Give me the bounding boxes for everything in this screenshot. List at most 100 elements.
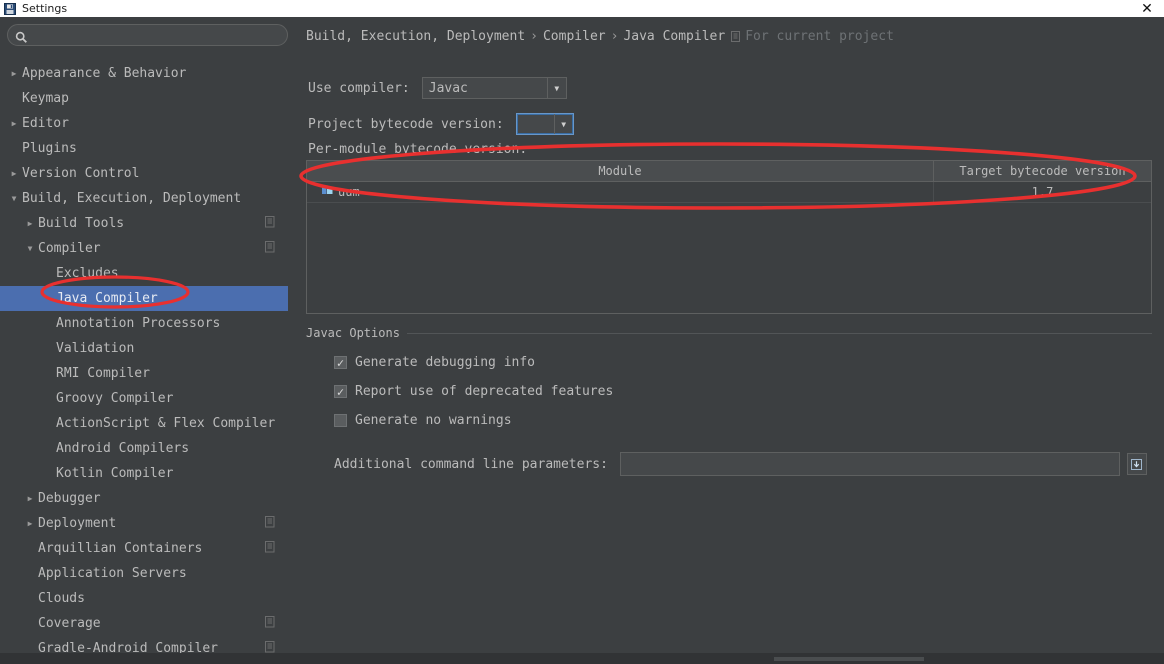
settings-detail-panel: Build, Execution, Deployment › Compiler …	[298, 17, 1164, 653]
sidebar-item-label: Validation	[56, 341, 134, 356]
sidebar-item-application-servers[interactable]: Application Servers	[0, 561, 289, 586]
chevron-down-icon[interactable]: ▼	[22, 245, 38, 253]
sidebar-item-groovy-compiler[interactable]: Groovy Compiler	[0, 386, 289, 411]
sidebar-item-arquillian-containers[interactable]: Arquillian Containers	[0, 536, 289, 561]
additional-cli-params-input[interactable]	[620, 452, 1120, 476]
sidebar-item-label: Annotation Processors	[56, 316, 220, 331]
settings-sidebar: ▶Appearance & BehaviorKeymap▶EditorPlugi…	[0, 17, 297, 653]
chevron-down-icon[interactable]: ▼	[554, 114, 573, 134]
chevron-down-icon[interactable]: ▼	[6, 195, 22, 203]
sidebar-item-label: Coverage	[38, 616, 101, 631]
additional-cli-params-row: Additional command line parameters:	[334, 452, 1147, 476]
cell-module[interactable]: uum	[307, 182, 934, 202]
sidebar-item-validation[interactable]: Validation	[0, 336, 289, 361]
breadcrumb: Build, Execution, Deployment › Compiler …	[306, 29, 894, 44]
search-box[interactable]	[7, 24, 288, 46]
chevron-down-icon[interactable]: ▼	[547, 78, 566, 98]
copy-settings-icon[interactable]	[265, 216, 277, 229]
sidebar-item-appearance-behavior[interactable]: ▶Appearance & Behavior	[0, 61, 289, 86]
column-header-module[interactable]: Module	[307, 161, 934, 181]
breadcrumb-separator-2: ›	[611, 29, 619, 44]
check-mark-icon: ✓	[334, 356, 347, 369]
chevron-right-icon[interactable]: ▶	[6, 170, 22, 178]
sidebar-item-coverage[interactable]: Coverage	[0, 611, 289, 636]
sidebar-item-label: Editor	[22, 116, 69, 131]
chevron-right-icon[interactable]: ▶	[22, 520, 38, 528]
search-icon	[15, 29, 28, 42]
per-module-bytecode-label: Per-module bytecode version:	[308, 142, 527, 157]
search-input[interactable]	[32, 28, 277, 42]
sidebar-item-kotlin-compiler[interactable]: Kotlin Compiler	[0, 461, 289, 486]
sidebar-item-label: Arquillian Containers	[38, 541, 202, 556]
cell-module-label: uum	[338, 185, 360, 199]
bottom-bar	[0, 653, 1164, 664]
sidebar-item-label: Build Tools	[38, 216, 124, 231]
per-module-bytecode-table[interactable]: Module Target bytecode version uum 1.7	[306, 160, 1152, 314]
chevron-right-icon[interactable]: ▶	[6, 70, 22, 78]
window-title: Settings	[22, 2, 67, 15]
breadcrumb-part-1[interactable]: Build, Execution, Deployment	[306, 29, 525, 44]
column-header-target-bytecode-version[interactable]: Target bytecode version	[934, 161, 1151, 181]
sidebar-item-clouds[interactable]: Clouds	[0, 586, 289, 611]
sidebar-item-label: Deployment	[38, 516, 116, 531]
sidebar-item-plugins[interactable]: Plugins	[0, 136, 289, 161]
settings-tree[interactable]: ▶Appearance & BehaviorKeymap▶EditorPlugi…	[0, 61, 289, 661]
sidebar-item-label: Kotlin Compiler	[56, 466, 173, 481]
copy-settings-icon[interactable]	[265, 541, 277, 554]
module-icon	[322, 185, 333, 199]
checkbox-generate-debugging-info[interactable]: ✓ Generate debugging info	[334, 355, 535, 370]
sidebar-item-build-execution-deployment[interactable]: ▼Build, Execution, Deployment	[0, 186, 289, 211]
sidebar-scrollbar-track[interactable]	[288, 17, 297, 653]
sidebar-item-label: Groovy Compiler	[56, 391, 173, 406]
close-icon[interactable]: ✕	[1136, 0, 1158, 17]
additional-cli-params-label: Additional command line parameters:	[334, 457, 608, 472]
sidebar-item-label: Java Compiler	[56, 291, 158, 306]
sidebar-item-rmi-compiler[interactable]: RMI Compiler	[0, 361, 289, 386]
sidebar-item-label: RMI Compiler	[56, 366, 150, 381]
chevron-right-icon[interactable]: ▶	[6, 120, 22, 128]
sidebar-item-build-tools[interactable]: ▶Build Tools	[0, 211, 289, 236]
check-mark-icon: ✓	[334, 414, 347, 427]
copy-settings-icon[interactable]	[265, 516, 277, 529]
checkbox-label: Generate debugging info	[355, 355, 535, 370]
table-header-row: Module Target bytecode version	[307, 161, 1151, 182]
sidebar-item-label: Excludes	[56, 266, 119, 281]
cell-target-bytecode-version[interactable]: 1.7	[934, 182, 1151, 202]
group-divider	[402, 333, 1152, 334]
sidebar-item-compiler[interactable]: ▼Compiler	[0, 236, 289, 261]
checkbox-label: Generate no warnings	[355, 413, 512, 428]
copy-settings-icon[interactable]	[731, 31, 742, 43]
window-titlebar: Settings ✕	[0, 0, 1164, 17]
expand-editor-icon[interactable]	[1127, 453, 1147, 475]
sidebar-item-label: Application Servers	[38, 566, 187, 581]
breadcrumb-separator-1: ›	[530, 29, 538, 44]
sidebar-item-label: ActionScript & Flex Compiler	[56, 416, 275, 431]
table-row[interactable]: uum 1.7	[307, 182, 1151, 203]
sidebar-item-label: Compiler	[38, 241, 101, 256]
use-compiler-value: Javac	[423, 81, 547, 96]
sidebar-item-android-compilers[interactable]: Android Compilers	[0, 436, 289, 461]
copy-settings-icon[interactable]	[265, 241, 277, 254]
sidebar-item-editor[interactable]: ▶Editor	[0, 111, 289, 136]
sidebar-item-version-control[interactable]: ▶Version Control	[0, 161, 289, 186]
use-compiler-select[interactable]: Javac ▼	[422, 77, 567, 99]
project-bytecode-row: Project bytecode version: ▼	[308, 113, 574, 135]
sidebar-item-annotation-processors[interactable]: Annotation Processors	[0, 311, 289, 336]
sidebar-item-java-compiler[interactable]: Java Compiler	[0, 286, 289, 311]
use-compiler-label: Use compiler:	[308, 81, 410, 96]
bottom-bar-segment	[774, 657, 924, 661]
project-bytecode-select[interactable]: ▼	[516, 113, 574, 135]
breadcrumb-part-2[interactable]: Compiler	[543, 29, 606, 44]
copy-settings-icon[interactable]	[265, 616, 277, 629]
checkbox-generate-no-warnings[interactable]: ✓ Generate no warnings	[334, 413, 512, 428]
sidebar-item-deployment[interactable]: ▶Deployment	[0, 511, 289, 536]
sidebar-item-actionscript-flex-compiler[interactable]: ActionScript & Flex Compiler	[0, 411, 289, 436]
sidebar-item-label: Appearance & Behavior	[22, 66, 186, 81]
sidebar-item-debugger[interactable]: ▶Debugger	[0, 486, 289, 511]
checkbox-report-deprecated[interactable]: ✓ Report use of deprecated features	[334, 384, 613, 399]
chevron-right-icon[interactable]: ▶	[22, 220, 38, 228]
chevron-right-icon[interactable]: ▶	[22, 495, 38, 503]
sidebar-item-excludes[interactable]: Excludes	[0, 261, 289, 286]
sidebar-item-keymap[interactable]: Keymap	[0, 86, 289, 111]
settings-disk-icon	[4, 3, 16, 15]
